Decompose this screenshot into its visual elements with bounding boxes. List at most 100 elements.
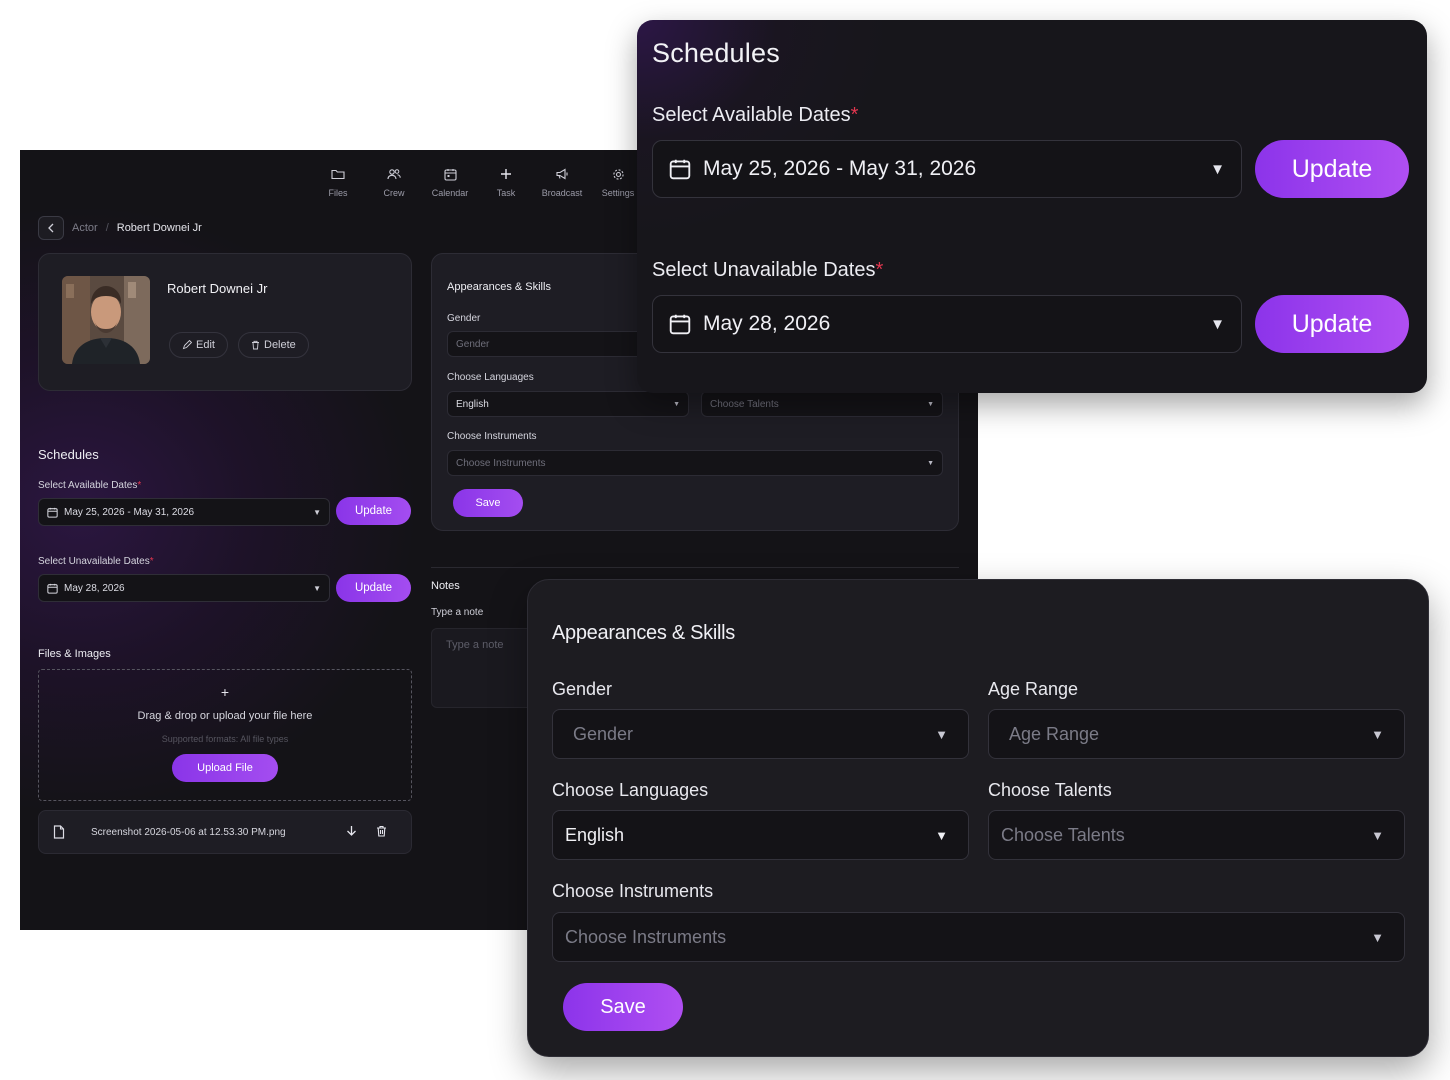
instruments-label: Choose Instruments (552, 881, 714, 901)
available-dates-picker[interactable]: May 25, 2026 - May 31, 2026 ▼ (38, 498, 330, 526)
schedules-heading: Schedules (38, 447, 99, 462)
save-button[interactable]: Save (563, 983, 683, 1031)
update-available-button[interactable]: Update (336, 497, 411, 525)
age-range-placeholder: Age Range (1009, 723, 1100, 744)
available-dates-value: May 25, 2026 - May 31, 2026 (64, 506, 195, 518)
notes-placeholder: Type a note (446, 639, 504, 651)
delete-label: Delete (264, 339, 296, 351)
nav-files-label: Files (328, 188, 348, 198)
caret-down-icon: ▼ (935, 726, 948, 742)
appearance-title-zoomed: Appearances & Skills (552, 622, 735, 644)
edit-label: Edit (196, 339, 215, 351)
available-dates-picker-zoomed[interactable]: May 25, 2026 - May 31, 2026 ▼ (652, 140, 1242, 198)
caret-down-icon: ▼ (313, 583, 321, 593)
nav-crew-label: Crew (383, 188, 405, 198)
supported-formats: Supported formats: All file types (161, 734, 289, 744)
nav-calendar-label: Calendar (431, 188, 469, 198)
nav-calendar[interactable]: Calendar (422, 166, 478, 198)
breadcrumb: Actor / Robert Downei Jr (38, 216, 202, 240)
appearance-panel-zoomed: Appearances & Skills Gender Gender ▼ Age… (527, 579, 1429, 1057)
file-name: Screenshot 2026-05-06 at 12.53.30 PM.png (91, 826, 286, 838)
gender-select[interactable]: Gender ▼ (552, 709, 969, 759)
unavailable-dates-value: May 28, 2026 (64, 582, 125, 594)
pencil-icon (182, 340, 192, 350)
file-icon (53, 825, 65, 839)
gear-icon (610, 166, 626, 182)
breadcrumb-parent[interactable]: Actor (72, 222, 98, 234)
nav-broadcast[interactable]: Broadcast (534, 166, 590, 198)
upload-file-button[interactable]: Upload File (172, 754, 278, 782)
nav-crew[interactable]: Crew (366, 166, 422, 198)
caret-down-icon: ▼ (673, 400, 680, 408)
file-item: Screenshot 2026-05-06 at 12.53.30 PM.png (38, 810, 412, 854)
languages-select-small[interactable]: English ▼ (447, 391, 689, 417)
dropzone-text: Drag & drop or upload your file here (137, 710, 313, 722)
trash-icon[interactable] (376, 825, 387, 837)
profile-card: Robert Downei Jr Edit Delete (38, 253, 412, 391)
calendar-icon (442, 166, 458, 182)
megaphone-icon (554, 166, 570, 182)
chevron-left-icon (47, 223, 55, 233)
caret-down-icon: ▼ (927, 459, 934, 467)
talents-placeholder-small: Choose Talents (710, 398, 779, 410)
languages-label-small: Choose Languages (447, 372, 534, 383)
edit-button[interactable]: Edit (169, 332, 228, 358)
unavailable-dates-value-zoomed: May 28, 2026 (703, 312, 831, 335)
notes-label: Type a note (431, 607, 484, 618)
update-unavailable-button[interactable]: Update (336, 574, 411, 602)
talents-placeholder: Choose Talents (1001, 824, 1125, 845)
languages-select[interactable]: English ▼ (552, 810, 969, 860)
avatar (62, 276, 150, 364)
update-unavailable-button-zoomed[interactable]: Update (1255, 295, 1409, 353)
instruments-placeholder-small: Choose Instruments (456, 457, 546, 469)
people-icon (386, 166, 402, 182)
languages-label: Choose Languages (552, 780, 709, 800)
profile-name: Robert Downei Jr (167, 281, 268, 296)
stage: Files Crew Calendar Task Broadcast Setti… (0, 0, 1450, 1080)
save-button-small[interactable]: Save (453, 489, 523, 517)
talents-label: Choose Talents (988, 780, 1112, 800)
file-dropzone[interactable]: + Drag & drop or upload your file here S… (38, 669, 412, 801)
breadcrumb-separator: / (105, 222, 109, 234)
schedules-title-zoomed: Schedules (652, 38, 780, 68)
update-available-button-zoomed[interactable]: Update (1255, 140, 1409, 198)
nav-task[interactable]: Task (478, 166, 534, 198)
top-navigation: Files Crew Calendar Task Broadcast Setti… (310, 166, 646, 198)
age-range-label: Age Range (988, 679, 1079, 699)
age-range-select[interactable]: Age Range ▼ (988, 709, 1405, 759)
gender-placeholder-small: Gender (456, 338, 490, 350)
available-dates-value-zoomed: May 25, 2026 - May 31, 2026 (703, 157, 977, 180)
languages-value-small: English (456, 398, 489, 410)
trash-icon (251, 340, 260, 350)
instruments-select-small[interactable]: Choose Instruments ▼ (447, 450, 943, 476)
delete-button[interactable]: Delete (238, 332, 309, 358)
gender-label-small: Gender (447, 313, 481, 324)
unavailable-dates-picker[interactable]: May 28, 2026 ▼ (38, 574, 330, 602)
plus-icon: + (220, 684, 230, 700)
breadcrumb-current: Robert Downei Jr (116, 222, 202, 234)
available-dates-label-zoomed: Select Available Dates* (652, 104, 859, 126)
talents-select-small[interactable]: Choose Talents ▼ (701, 391, 943, 417)
calendar-icon (47, 507, 58, 518)
caret-down-icon: ▼ (1210, 160, 1225, 178)
download-icon[interactable] (346, 825, 357, 837)
gender-label: Gender (552, 679, 613, 699)
instruments-placeholder: Choose Instruments (565, 926, 727, 947)
nav-broadcast-label: Broadcast (541, 188, 583, 198)
caret-down-icon: ▼ (935, 827, 948, 843)
back-button[interactable] (38, 216, 64, 240)
caret-down-icon: ▼ (313, 507, 321, 517)
instruments-select[interactable]: Choose Instruments ▼ (552, 912, 1405, 962)
divider (431, 567, 959, 568)
folder-icon (330, 166, 346, 182)
nav-task-label: Task (496, 188, 516, 198)
available-dates-label: Select Available Dates* (38, 480, 142, 491)
nav-files[interactable]: Files (310, 166, 366, 198)
calendar-icon (669, 313, 691, 335)
caret-down-icon: ▼ (1371, 929, 1384, 945)
plus-icon (498, 166, 514, 182)
unavailable-dates-picker-zoomed[interactable]: May 28, 2026 ▼ (652, 295, 1242, 353)
talents-select[interactable]: Choose Talents ▼ (988, 810, 1405, 860)
caret-down-icon: ▼ (1371, 726, 1384, 742)
caret-down-icon: ▼ (1371, 827, 1384, 843)
